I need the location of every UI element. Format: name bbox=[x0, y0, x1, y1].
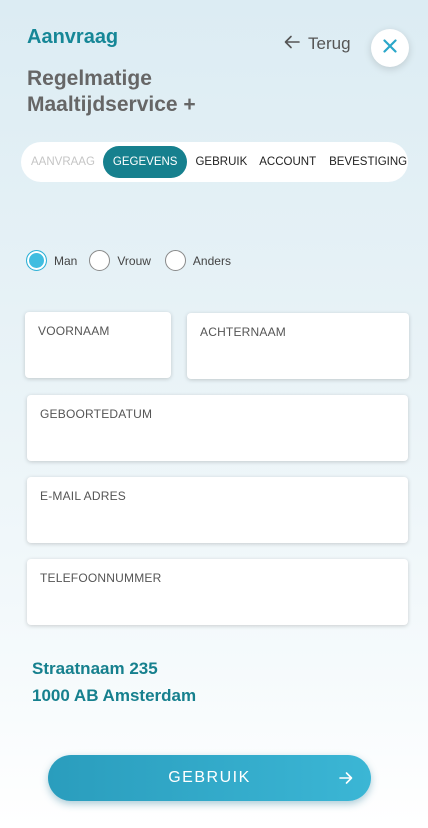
arrow-left-icon bbox=[284, 34, 300, 54]
gebruik-button-label: GEBRUIK bbox=[168, 769, 251, 786]
address-line-2: 1000 AB Amsterdam bbox=[32, 686, 197, 705]
radio-anders[interactable] bbox=[164, 250, 186, 271]
email-field[interactable]: E-MAIL ADRES bbox=[27, 477, 408, 543]
address-line-1: Straatnaam 235 bbox=[32, 659, 158, 678]
step-indicator: AANVRAAG GEGEVENS GEBRUIK ACCOUNT BEVEST… bbox=[21, 142, 408, 182]
gender-radio-group: Man Vrouw Anders bbox=[26, 250, 231, 271]
first-name-field[interactable]: VOORNAAM bbox=[25, 312, 171, 378]
radio-label-man: Man bbox=[54, 253, 78, 268]
birthdate-field[interactable]: GEBOORTEDATUM bbox=[27, 395, 408, 461]
gender-option-man[interactable]: Man bbox=[26, 250, 77, 271]
radio-vrouw[interactable] bbox=[89, 250, 111, 271]
phone-label: TELEFOONNUMMER bbox=[40, 571, 162, 585]
step-account[interactable]: ACCOUNT bbox=[254, 146, 321, 178]
email-label: E-MAIL ADRES bbox=[40, 489, 126, 503]
birthdate-label: GEBOORTEDATUM bbox=[40, 407, 153, 421]
page-title: Regelmatige Maaltijdservice + bbox=[27, 67, 196, 116]
first-name-label: VOORNAAM bbox=[38, 324, 110, 338]
step-aanvraag[interactable]: AANVRAAG bbox=[26, 146, 100, 178]
header-eyebrow: Aanvraag bbox=[27, 26, 119, 48]
step-gebruik[interactable]: GEBRUIK bbox=[190, 146, 252, 178]
radio-man[interactable] bbox=[26, 250, 47, 271]
radio-label-anders: Anders bbox=[192, 253, 231, 268]
gebruik-button[interactable]: GEBRUIK bbox=[48, 755, 371, 801]
address-block: Straatnaam 235 1000 AB Amsterdam bbox=[32, 655, 196, 709]
gender-option-anders[interactable]: Anders bbox=[164, 250, 231, 271]
last-name-field[interactable]: ACHTERNAAM bbox=[187, 313, 409, 379]
step-gegevens[interactable]: GEGEVENS bbox=[102, 146, 188, 178]
radio-label-vrouw: Vrouw bbox=[117, 253, 151, 268]
gender-option-vrouw[interactable]: Vrouw bbox=[89, 250, 151, 271]
close-button[interactable] bbox=[371, 29, 409, 67]
close-icon bbox=[383, 38, 397, 58]
step-bevestiging[interactable]: BEVESTIGING bbox=[324, 146, 412, 178]
last-name-label: ACHTERNAAM bbox=[200, 325, 287, 339]
phone-field[interactable]: TELEFOONNUMMER bbox=[27, 559, 408, 625]
back-label: Terug bbox=[308, 34, 351, 53]
back-link[interactable]: Terug bbox=[284, 34, 351, 54]
arrow-right-icon bbox=[339, 771, 353, 790]
